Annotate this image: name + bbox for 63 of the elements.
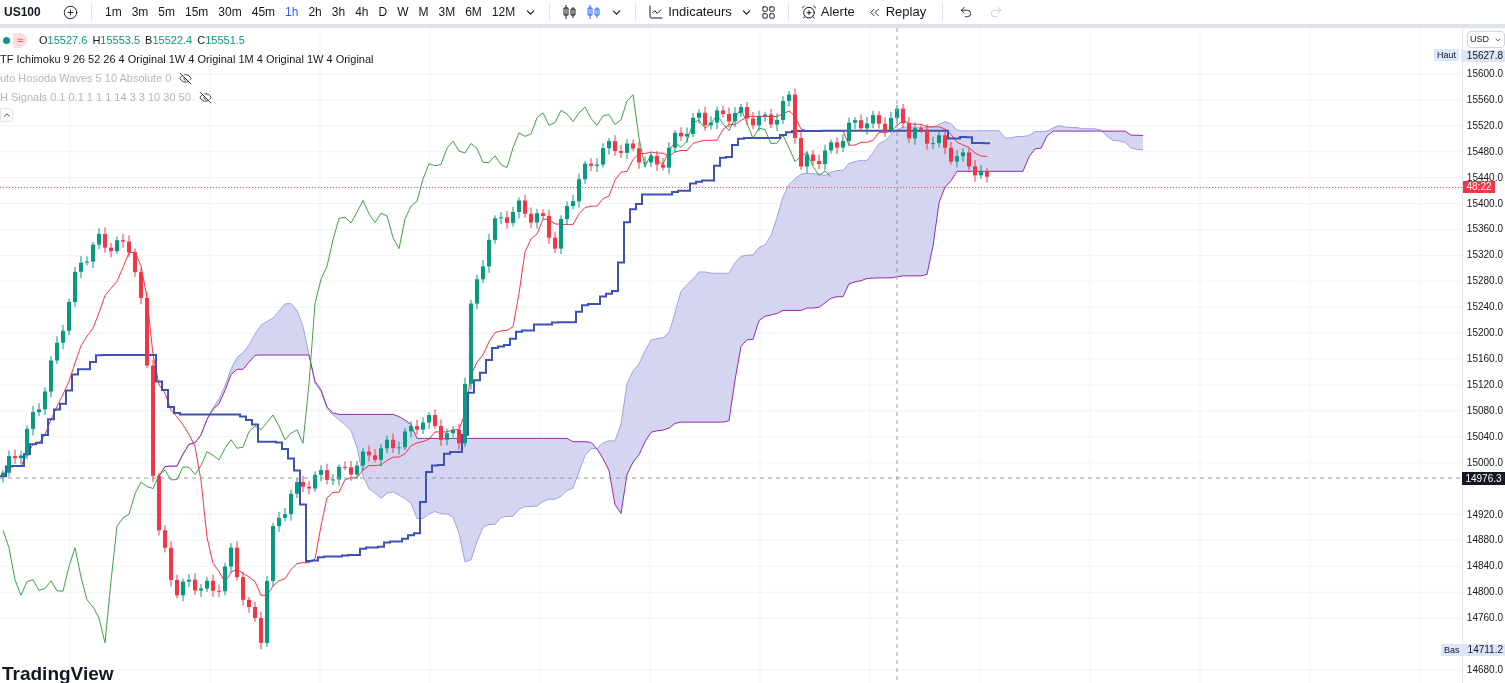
timeframe-tab[interactable]: 1h bbox=[280, 1, 304, 23]
indicators-button[interactable]: Indicateurs bbox=[644, 2, 736, 22]
price-tick-label: 15480.0 bbox=[1466, 145, 1503, 158]
indicator-label[interactable]: TF Ichimoku 9 26 52 26 4 Original 1W 4 Original 1M 4 Original 1W 4 Original bbox=[0, 50, 374, 68]
price-tick-label: 14800.0 bbox=[1466, 586, 1503, 599]
timeframe-tab[interactable]: 12M bbox=[486, 1, 521, 23]
price-tick-label: 15080.0 bbox=[1466, 404, 1503, 417]
add-symbol-icon[interactable] bbox=[63, 4, 78, 20]
candles-icon[interactable] bbox=[562, 4, 579, 20]
timeframe-tab[interactable]: 15m bbox=[180, 1, 214, 23]
low-price-label: 14711.2 bbox=[1461, 643, 1505, 656]
price-tick-label: 15280.0 bbox=[1466, 275, 1503, 288]
layout-grid-icon[interactable] bbox=[760, 4, 776, 20]
timeframe-tab[interactable]: 6M bbox=[460, 1, 487, 23]
price-tick-label: 15040.0 bbox=[1466, 430, 1503, 443]
eye-off-icon[interactable] bbox=[198, 90, 212, 104]
alert-button[interactable]: Alerte bbox=[796, 2, 859, 22]
price-tick-label: 15240.0 bbox=[1466, 301, 1503, 314]
alarm-clock-icon bbox=[800, 4, 817, 20]
ohlc-value: B15522.4 bbox=[145, 33, 193, 48]
price-tick-label: 15160.0 bbox=[1466, 353, 1503, 366]
timeframe-tab[interactable]: D bbox=[373, 1, 393, 23]
price-tick-label: 14920.0 bbox=[1466, 508, 1503, 521]
replay-button[interactable]: Replay bbox=[858, 2, 935, 22]
timeframe-tab[interactable]: 1m bbox=[100, 1, 127, 23]
undo-icon[interactable] bbox=[959, 5, 974, 19]
price-tick-label: 15440.0 bbox=[1466, 171, 1503, 183]
price-tick-label: 15520.0 bbox=[1466, 119, 1503, 132]
price-tick-label: 14840.0 bbox=[1466, 560, 1503, 573]
price-tick-label: 14760.0 bbox=[1466, 612, 1503, 625]
timeframe-tab[interactable]: 2h bbox=[303, 1, 327, 23]
price-tick-label: 14880.0 bbox=[1466, 534, 1503, 547]
timeframe-tab[interactable]: M bbox=[413, 1, 434, 23]
timeframe-tab[interactable]: 3m bbox=[126, 1, 154, 23]
price-tick-label: 15200.0 bbox=[1466, 327, 1503, 340]
price-tick-label: 15120.0 bbox=[1466, 378, 1503, 391]
low-tag: Bas bbox=[1441, 644, 1463, 656]
price-tick-label: 14680.0 bbox=[1466, 663, 1503, 676]
collapse-button[interactable] bbox=[0, 107, 13, 122]
high-price-label: 15627.8 bbox=[1461, 50, 1505, 62]
ohlc-value: H15553.5 bbox=[92, 33, 141, 48]
ohlc-value: C15551.5 bbox=[197, 33, 245, 48]
price-tick-label: 15560.0 bbox=[1466, 93, 1503, 106]
timeframe-tab[interactable]: 4h bbox=[350, 1, 374, 23]
timeframe-tab[interactable]: W bbox=[392, 1, 414, 23]
chart-line-icon bbox=[648, 4, 665, 20]
countdown-badge: 48:22 bbox=[1463, 181, 1495, 194]
currency-select[interactable]: USD bbox=[1467, 31, 1505, 48]
price-tick-label: 15400.0 bbox=[1466, 197, 1503, 210]
symbol-name[interactable]: US100 bbox=[0, 3, 58, 21]
timeframe-tab[interactable]: 3h bbox=[326, 1, 351, 23]
timeframe-tab[interactable]: 30m bbox=[213, 1, 247, 23]
price-tick-label: 15000.0 bbox=[1466, 456, 1503, 469]
price-tick-label: 15600.0 bbox=[1466, 68, 1503, 80]
ohlc-value: O15527.6 bbox=[39, 33, 88, 48]
price-tick-label: 15320.0 bbox=[1466, 249, 1503, 262]
timeframe-tab[interactable]: 45m bbox=[246, 1, 281, 23]
timeframe-tab[interactable]: 5m bbox=[153, 1, 180, 23]
crosshair-price-badge: 14976.3 bbox=[1462, 472, 1505, 486]
high-tag: Haut bbox=[1434, 49, 1459, 61]
timeframe-tab[interactable]: 3M bbox=[433, 1, 461, 23]
eye-off-icon[interactable] bbox=[179, 71, 193, 85]
price-tick-label: 15360.0 bbox=[1466, 223, 1503, 236]
